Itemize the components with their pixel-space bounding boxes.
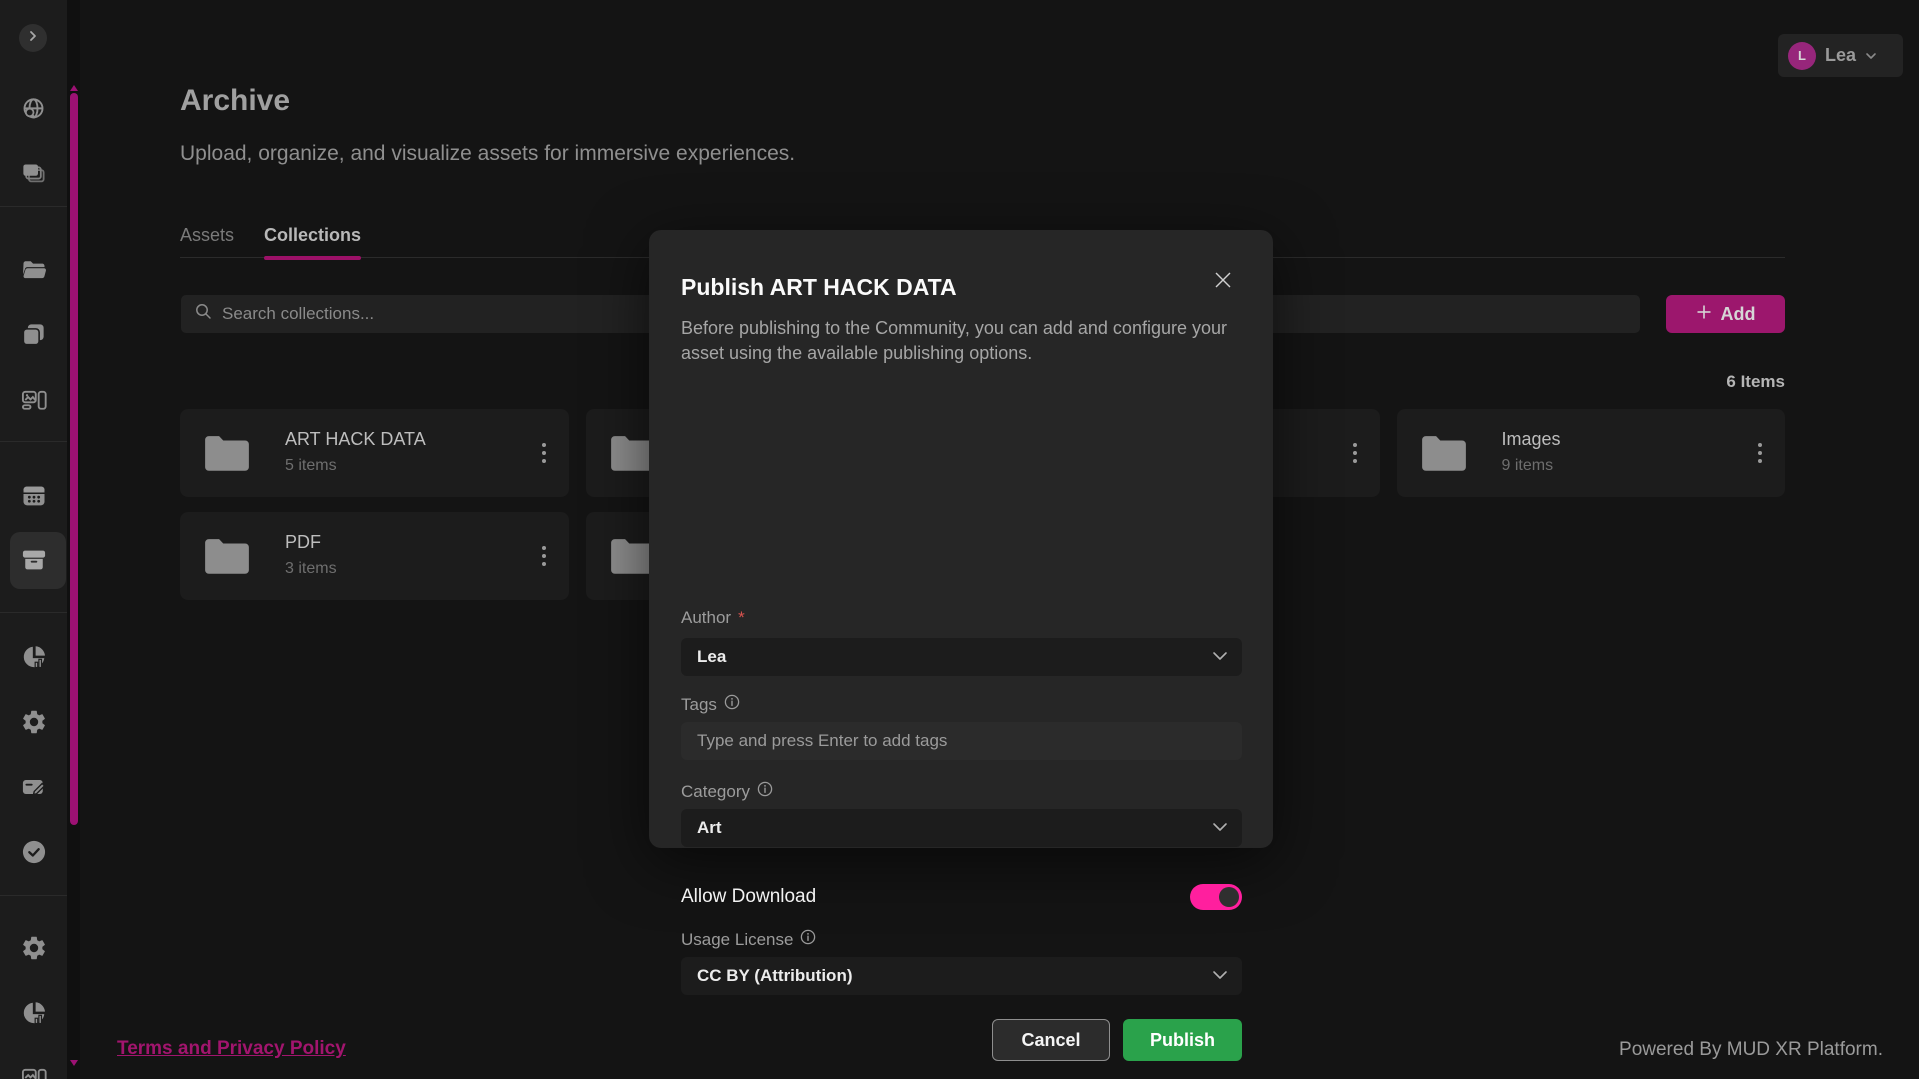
plus-icon	[1696, 304, 1712, 325]
category-label: Category	[681, 781, 773, 802]
card-menu-button[interactable]	[1749, 438, 1771, 468]
sidebar-divider	[0, 441, 67, 442]
collection-title: ART HACK DATA	[285, 429, 426, 450]
page-title: Archive	[180, 84, 290, 118]
sidebar-item-approvals[interactable]	[0, 838, 67, 866]
user-menu[interactable]: L Lea	[1778, 34, 1903, 77]
sidebar-item-settings[interactable]	[0, 708, 67, 736]
sidebar-divider	[0, 895, 67, 896]
author-select[interactable]: Lea	[681, 638, 1242, 676]
add-button-label: Add	[1721, 304, 1756, 325]
author-label: Author*	[681, 608, 745, 628]
tags-label: Tags	[681, 694, 740, 715]
sidebar-item-folders[interactable]	[0, 256, 67, 284]
chevron-right-icon	[27, 29, 39, 47]
collection-card-art-hack-data[interactable]: ART HACK DATA 5 items	[180, 409, 569, 497]
modal-title: Publish ART HACK DATA	[681, 274, 957, 301]
sidebar-divider	[0, 612, 67, 613]
folder-icon	[1419, 433, 1469, 478]
sidebar-divider	[0, 206, 67, 207]
allow-download-label: Allow Download	[681, 886, 816, 908]
cancel-button[interactable]: Cancel	[992, 1019, 1110, 1061]
sidebar-item-settings-secondary[interactable]	[0, 934, 67, 962]
page-subtitle: Upload, organize, and visualize assets f…	[180, 142, 795, 166]
add-collection-button[interactable]: Add	[1666, 295, 1785, 333]
image-device-icon	[20, 1064, 48, 1079]
globe-search-icon	[20, 96, 47, 123]
tab-bar: Assets Collections	[180, 225, 361, 260]
info-icon[interactable]	[724, 694, 740, 715]
modal-actions: Cancel Publish	[992, 1019, 1242, 1061]
sidebar-item-analytics-secondary[interactable]	[0, 999, 67, 1027]
card-menu-button[interactable]	[533, 541, 555, 571]
gear-icon	[20, 708, 48, 736]
sidebar-item-layers[interactable]	[0, 160, 67, 187]
collection-item-count: 9 items	[1502, 457, 1561, 475]
archive-box-icon	[20, 546, 48, 574]
folder-icon	[202, 536, 252, 581]
chevron-down-icon	[1865, 47, 1877, 65]
calendar-grid-icon	[20, 482, 48, 510]
collection-card-images[interactable]: Images 9 items	[1397, 409, 1786, 497]
tags-input[interactable]	[681, 722, 1242, 760]
usage-license-value: CC BY (Attribution)	[697, 966, 853, 986]
allow-download-toggle[interactable]	[1190, 884, 1242, 910]
info-icon[interactable]	[800, 929, 816, 950]
close-icon[interactable]	[1213, 270, 1233, 290]
card-menu-button[interactable]	[533, 438, 555, 468]
author-value: Lea	[697, 647, 726, 667]
card-menu-button[interactable]	[1344, 438, 1366, 468]
category-select[interactable]: Art	[681, 809, 1242, 847]
publish-button[interactable]: Publish	[1123, 1019, 1242, 1061]
usage-license-select[interactable]: CC BY (Attribution)	[681, 957, 1242, 995]
usage-license-label: Usage License	[681, 929, 816, 950]
sidebar	[0, 0, 67, 1079]
publish-modal: Publish ART HACK DATA Before publishing …	[649, 230, 1273, 848]
chevron-down-icon	[1212, 819, 1228, 837]
tab-collections[interactable]: Collections	[264, 225, 361, 260]
info-icon[interactable]	[757, 781, 773, 802]
required-asterisk: *	[738, 608, 745, 628]
sidebar-item-explore[interactable]	[0, 96, 67, 123]
sidebar-item-media-secondary[interactable]	[0, 1064, 67, 1079]
scrollbar-up-arrow[interactable]	[70, 85, 78, 91]
search-icon	[195, 303, 212, 325]
pie-chart-icon	[20, 643, 48, 671]
sidebar-item-archive[interactable]	[0, 546, 67, 574]
gear-icon	[20, 934, 48, 962]
folder-open-icon	[20, 256, 48, 284]
pie-chart-icon	[20, 999, 48, 1027]
collection-title: Images	[1502, 429, 1561, 450]
page-scrollbar-thumb[interactable]	[70, 93, 78, 825]
sidebar-expand-button[interactable]	[19, 24, 47, 52]
chevron-down-icon	[1212, 648, 1228, 666]
user-name: Lea	[1825, 45, 1856, 66]
toggle-knob	[1219, 887, 1239, 907]
copies-icon	[20, 321, 47, 348]
collection-item-count: 5 items	[285, 457, 426, 475]
scrollbar-down-arrow[interactable]	[70, 1060, 78, 1066]
powered-by-text: Powered By MUD XR Platform.	[1583, 1039, 1883, 1061]
card-edit-icon	[20, 773, 48, 801]
tab-assets[interactable]: Assets	[180, 225, 234, 260]
category-value: Art	[697, 818, 722, 838]
collection-title: PDF	[285, 532, 337, 553]
collection-card-pdf[interactable]: PDF 3 items	[180, 512, 569, 600]
image-device-icon	[20, 386, 48, 414]
avatar: L	[1788, 42, 1816, 70]
modal-description: Before publishing to the Community, you …	[681, 316, 1229, 366]
sidebar-item-card-edit[interactable]	[0, 773, 67, 801]
page-scrollbar-track[interactable]	[67, 0, 80, 1079]
sidebar-item-analytics[interactable]	[0, 643, 67, 671]
chevron-down-icon	[1212, 967, 1228, 985]
sidebar-item-copies[interactable]	[0, 321, 67, 348]
layers-icon	[20, 160, 47, 187]
folder-icon	[202, 433, 252, 478]
sidebar-item-calendar[interactable]	[0, 482, 67, 510]
sidebar-item-media[interactable]	[0, 386, 67, 414]
terms-privacy-link[interactable]: Terms and Privacy Policy	[117, 1038, 346, 1060]
collection-item-count: 3 items	[285, 560, 337, 578]
check-circle-icon	[20, 838, 48, 866]
items-count: 6 Items	[1485, 372, 1785, 392]
